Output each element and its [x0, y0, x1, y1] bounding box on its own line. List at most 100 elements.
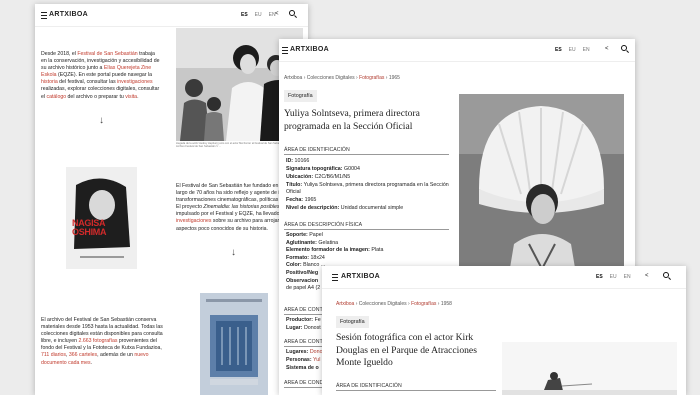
- share-icon[interactable]: <: [645, 273, 649, 279]
- field-label: Ubicación:: [286, 174, 314, 181]
- text: del archivo o preparar tu: [66, 93, 126, 100]
- field-label: Lugar:: [286, 325, 303, 332]
- field-label: Color:: [286, 262, 302, 269]
- breadcrumb-item[interactable]: Fotografías: [411, 301, 436, 307]
- share-icon[interactable]: <: [605, 46, 609, 52]
- section-content: ÁREA DE CONTENIDO: [284, 339, 324, 347]
- lang-es[interactable]: ES: [596, 274, 603, 280]
- identification-fields: ID: 10166 Signatura topográfica: G0004 U…: [286, 157, 456, 212]
- field-value: 18x24: [310, 254, 325, 261]
- header: ARTXIBOA ES EU EN <: [279, 39, 635, 62]
- field-row: Signatura topográfica: G0004: [286, 165, 456, 173]
- menu-icon[interactable]: [282, 47, 288, 54]
- field-row: Formato: 18x24: [286, 255, 456, 263]
- field-row: Ubicación: C2C/B6/M1/N5: [286, 173, 456, 181]
- breadcrumb-item[interactable]: Artxiboa: [284, 75, 302, 81]
- search-icon[interactable]: [663, 272, 669, 278]
- field-value: de papel A4 (2: [286, 285, 321, 292]
- place-link[interactable]: Dono: [310, 349, 323, 355]
- field-label: Nivel de descripción:: [286, 204, 340, 211]
- field-label: Soporte:: [286, 232, 308, 238]
- field-label: Observacion: [286, 277, 319, 284]
- lang-eu[interactable]: EU: [610, 274, 617, 280]
- person-link[interactable]: Yul: [313, 357, 320, 363]
- breadcrumb-item[interactable]: Colecciones Digitales: [307, 75, 355, 81]
- field-row: Fecha: 1965: [286, 196, 456, 204]
- field-label: Productor:: [286, 317, 314, 323]
- field-label: Sistema de o: [286, 365, 319, 372]
- field-label: ID:: [286, 158, 294, 164]
- field-row: Título: Yuliya Solntseva, primera direct…: [286, 182, 456, 196]
- archive-paragraph: El archivo del Festival de San Sebastián…: [41, 317, 166, 367]
- field-row: Lugares: Dono: [286, 348, 326, 356]
- section-conditions: ÁREA DE CONDICIONES: [284, 380, 324, 388]
- blue-document: [200, 293, 268, 395]
- record-title: Yuliya Solntseva, primera directora prog…: [284, 108, 420, 132]
- field-value: G0004: [344, 166, 360, 173]
- language-switcher: ES EU EN: [596, 274, 638, 280]
- field-row: Elemento formador de la imagen: Plata: [286, 247, 456, 255]
- type-badge: Fotografía: [284, 90, 317, 102]
- breadcrumb-item[interactable]: Colecciones Digitales: [359, 301, 407, 307]
- language-switcher: ES EU EN: [555, 47, 597, 53]
- breadcrumb: Artxiboa › Colecciones Digitales › Fotog…: [284, 75, 400, 81]
- posters-link[interactable]: 366 carteles: [69, 352, 97, 358]
- context-fields: Productor: Fe Lugar: Donost: [286, 316, 326, 332]
- menu-icon[interactable]: [41, 12, 47, 19]
- lang-es[interactable]: ES: [241, 12, 248, 18]
- lang-en[interactable]: EN: [624, 274, 631, 280]
- header: ARTXIBOA ES EU EN <: [35, 4, 308, 27]
- share-icon[interactable]: <: [275, 11, 279, 17]
- field-label: Elemento formador de la imagen:: [286, 247, 370, 254]
- field-row: Lugar: Donost: [286, 324, 326, 332]
- content-fields: Lugares: Dono Personas: Yul Sistema de o: [286, 348, 326, 373]
- poster-title: NAGISA OSHIMA: [72, 218, 107, 237]
- search-icon[interactable]: [289, 10, 295, 16]
- field-row: Sistema de o: [286, 364, 326, 372]
- field-label: Signatura topográfica:: [286, 166, 343, 173]
- breadcrumb-item[interactable]: 1965: [389, 75, 400, 81]
- field-label: Aglutinante:: [286, 239, 317, 246]
- catalogo-link[interactable]: catálogo: [46, 94, 66, 100]
- oshima-poster: NAGISA OSHIMA: [66, 167, 137, 269]
- photos-link[interactable]: 2.663 fotografías: [79, 338, 118, 344]
- document-illustration: [200, 293, 268, 395]
- text: Desde 2018, el: [41, 51, 78, 57]
- logo[interactable]: ARTXIBOA: [49, 11, 88, 18]
- breadcrumb: Artxiboa › Colecciones Digitales › Fotog…: [336, 301, 452, 307]
- logo[interactable]: ARTXIBOA: [290, 46, 329, 53]
- historia-link[interactable]: historia: [41, 79, 58, 85]
- search-icon[interactable]: [621, 45, 627, 51]
- record-page-window-front: ARTXIBOA ES EU EN < Artxiboa › Colecciones…: [322, 266, 686, 395]
- investigaciones-link[interactable]: investigaciones: [117, 79, 152, 85]
- field-label: Fecha:: [286, 196, 304, 203]
- field-row: ID: 10166: [286, 157, 456, 165]
- field-value: 1965: [304, 196, 317, 203]
- lang-eu[interactable]: EU: [569, 47, 576, 53]
- field-value: Donost: [303, 325, 321, 332]
- visita-link[interactable]: visita: [125, 94, 137, 100]
- lang-eu[interactable]: EU: [255, 12, 262, 18]
- text: .: [137, 93, 139, 100]
- field-row: Personas: Yul: [286, 356, 326, 364]
- investigaciones-link[interactable]: investigaciones: [176, 218, 211, 224]
- breadcrumb-item[interactable]: Fotografías: [359, 75, 384, 81]
- breadcrumb-item[interactable]: 1958: [441, 301, 452, 307]
- text: , además de un: [97, 352, 135, 359]
- lang-es[interactable]: ES: [555, 47, 562, 53]
- logo[interactable]: ARTXIBOA: [341, 273, 380, 280]
- diaries-link[interactable]: 711 diarios: [41, 352, 66, 358]
- field-value: C2C/B6/M1/N5: [314, 174, 351, 181]
- header: ARTXIBOA ES EU EN <: [322, 266, 686, 289]
- douglas-photo: [502, 342, 677, 395]
- lang-en[interactable]: EN: [583, 47, 590, 53]
- breadcrumb-item[interactable]: Artxiboa: [336, 301, 354, 307]
- section-context: ÁREA DE CONTEXTO: [284, 307, 324, 315]
- field-row: Soporte: Papel: [286, 232, 456, 240]
- field-value: Gelatina: [318, 239, 339, 246]
- record-title: Sesión fotográfica con el actor Kirk Dou…: [336, 332, 477, 368]
- festival-link[interactable]: Festival de San Sebastián: [77, 51, 137, 57]
- home-page-window: ARTXIBOA ES EU EN < Desde 2018, el Festiva…: [35, 4, 308, 395]
- arrow-down-icon: ↓: [99, 115, 104, 126]
- menu-icon[interactable]: [332, 274, 338, 281]
